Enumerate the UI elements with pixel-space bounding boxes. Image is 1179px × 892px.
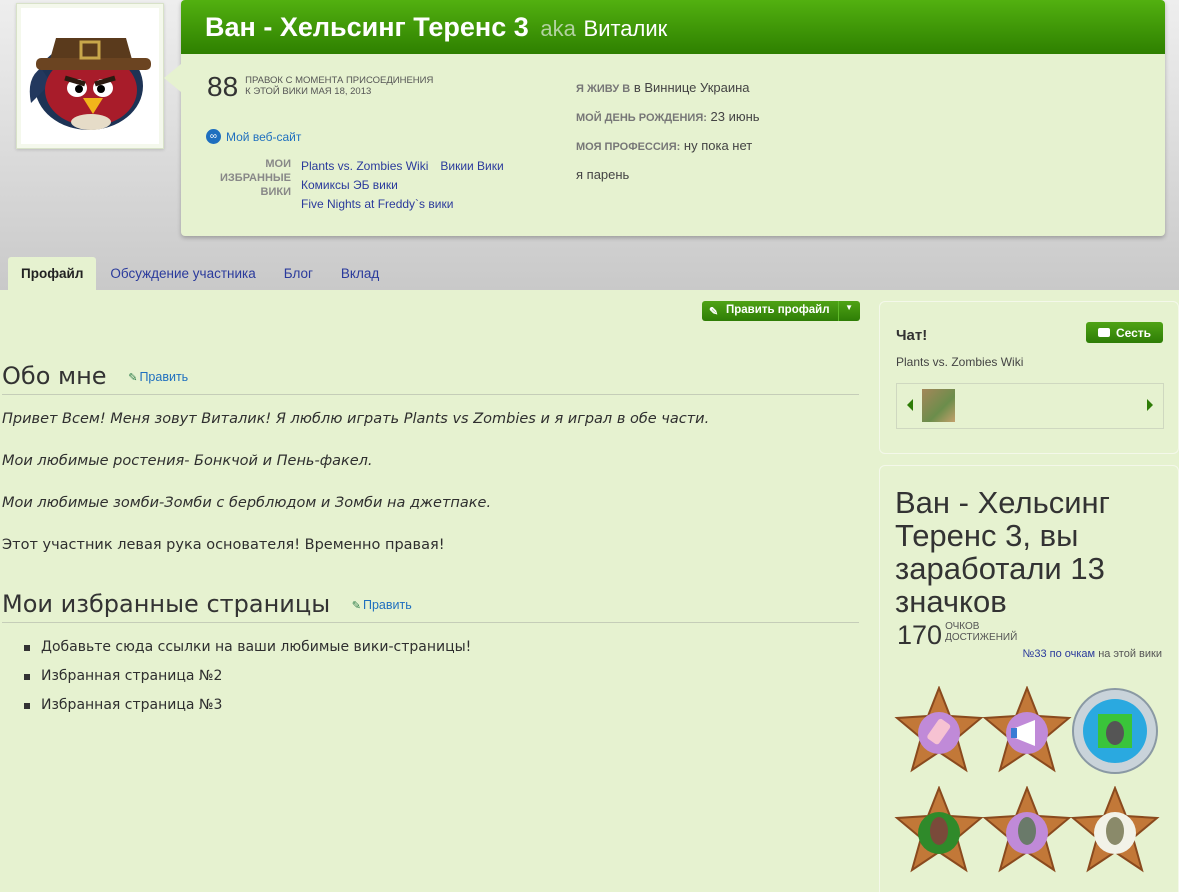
badge-zombie-1[interactable] bbox=[894, 785, 984, 876]
achievement-rank-link[interactable]: №33 по очкам bbox=[1023, 648, 1096, 660]
favorite-wikis-label-line2: ИЗБРАННЫЕ bbox=[219, 172, 291, 184]
chat-join-button[interactable]: Сесть bbox=[1086, 322, 1163, 343]
chat-title: Чат! bbox=[896, 327, 928, 344]
edit-count-number: 88 bbox=[207, 71, 239, 102]
edit-count-label: правок с момента присоединения к этой ви… bbox=[245, 75, 433, 97]
chat-bubble-icon bbox=[1097, 328, 1110, 337]
list-item[interactable]: Избранная страница №3 bbox=[24, 697, 471, 726]
badge-zombie-2[interactable] bbox=[982, 785, 1072, 876]
about-heading: Обо мне ✎ Править bbox=[2, 362, 859, 395]
favorite-wikis-label: МОИ ИЗБРАННЫЕ ВИКИ bbox=[201, 157, 291, 199]
bio-occupation: Моя профессия: ну пока нет bbox=[576, 132, 760, 161]
masthead-title-bar: Ван - Хельсинг Теренс 3 aka Виталик bbox=[181, 0, 1165, 54]
aka-label: aka bbox=[540, 16, 576, 41]
achievement-points-label: очков достижений bbox=[945, 621, 1017, 643]
edit-pencil-icon: ✎ bbox=[351, 600, 361, 612]
carousel-left-arrow-icon[interactable] bbox=[907, 399, 913, 411]
about-paragraph: Мои любимые зомби-Зомби с берблюдом и Зо… bbox=[2, 495, 492, 511]
achievement-points: 170 очков достижений bbox=[897, 621, 1017, 649]
bio-birthday: Мой день рождения: 23 июнь bbox=[576, 103, 760, 132]
favorite-pages-heading-text: Мои избранные страницы bbox=[2, 590, 331, 618]
chat-user-carousel bbox=[896, 383, 1164, 429]
user-avatar[interactable] bbox=[16, 3, 164, 149]
favorite-pages-heading: Мои избранные страницы ✎ Править bbox=[2, 590, 859, 623]
badge-zombie-3[interactable] bbox=[1070, 785, 1160, 876]
achievement-points-label-line1: очков bbox=[945, 621, 980, 632]
bio-location-value: в Виннице Украина bbox=[633, 80, 750, 95]
favorite-wikis-label-line3: ВИКИ bbox=[260, 186, 291, 198]
edit-count[interactable]: 88 правок с момента присоединения к этой… bbox=[207, 72, 433, 102]
about-heading-text: Обо мне bbox=[2, 362, 107, 390]
edit-count-label-line1: правок с момента присоединения bbox=[245, 75, 434, 86]
edit-pencil-icon: ✎ bbox=[709, 306, 719, 318]
user-bio-details: Я живу в в Виннице Украина Мой день рожд… bbox=[576, 74, 760, 189]
badge-eraser[interactable] bbox=[894, 685, 984, 776]
achievement-points-label-line2: достижений bbox=[945, 632, 1018, 643]
favorite-wiki-link[interactable]: Plants vs. Zombies Wiki bbox=[301, 159, 428, 173]
user-nickname: Виталик bbox=[583, 16, 668, 41]
favorite-pages-edit-link[interactable]: ✎ Править bbox=[352, 598, 412, 612]
website-icon: ∞ bbox=[206, 129, 221, 144]
carousel-right-arrow-icon[interactable] bbox=[1147, 399, 1153, 411]
list-item[interactable]: Избранная страница №2 bbox=[24, 668, 471, 697]
about-paragraph: Этот участник левая рука основателя! Вре… bbox=[2, 537, 445, 553]
tab-blog[interactable]: Блог bbox=[270, 257, 327, 290]
favorite-wikis-label-line1: МОИ bbox=[265, 158, 291, 170]
favorite-wiki-link[interactable]: Five Nights at Freddy`s вики bbox=[301, 197, 453, 211]
tab-user-talk[interactable]: Обсуждение участника bbox=[96, 257, 269, 290]
tab-contributions[interactable]: Вклад bbox=[327, 257, 393, 290]
avatar-image bbox=[21, 8, 159, 144]
bio-location-label: Я живу в bbox=[576, 83, 631, 95]
badge-megaphone[interactable] bbox=[982, 685, 1072, 776]
chat-user-avatar[interactable] bbox=[922, 389, 955, 422]
about-paragraph: Мои любимые ростения- Бонкчой и Пень-фак… bbox=[2, 453, 373, 469]
edit-profile-label: Править профайл bbox=[726, 304, 830, 316]
chat-join-label: Сесть bbox=[1115, 325, 1152, 340]
bio-occupation-label: Моя профессия: bbox=[576, 141, 681, 153]
achievement-points-number: 170 bbox=[897, 620, 943, 650]
chat-wiki-name: Plants vs. Zombies Wiki bbox=[896, 355, 1024, 369]
achievements-module: Ван - Хельсинг Теренс 3, вы заработали 1… bbox=[879, 465, 1179, 892]
about-edit-label: Править bbox=[139, 370, 189, 384]
bio-birthday-label: Мой день рождения: bbox=[576, 112, 707, 124]
bio-location: Я живу в в Виннице Украина bbox=[576, 74, 760, 103]
bio-birthday-value: 23 июнь bbox=[710, 109, 760, 124]
favorite-wikis-list: Plants vs. Zombies Wiki Викии Вики Комикс… bbox=[301, 157, 504, 214]
about-paragraph: Привет Всем! Меня зовут Виталик! Я люблю… bbox=[2, 411, 710, 427]
bio-occupation-value: ну пока нет bbox=[683, 138, 753, 153]
profile-tabs: Профайл Обсуждение участника Блог Вклад bbox=[8, 257, 393, 290]
tab-profile[interactable]: Профайл bbox=[8, 257, 97, 290]
bio-gender: я парень bbox=[576, 167, 630, 182]
edit-profile-button[interactable]: ✎ Править профайл ▼ bbox=[702, 301, 860, 321]
about-edit-link[interactable]: ✎ Править bbox=[128, 370, 188, 384]
chevron-down-icon[interactable]: ▼ bbox=[839, 301, 860, 321]
favorite-wiki-link[interactable]: Викии Вики bbox=[440, 159, 503, 173]
edit-profile-label-wrap[interactable]: ✎ Править профайл bbox=[702, 301, 839, 321]
website-label: Мой веб-сайт bbox=[226, 129, 302, 144]
achievement-rank-suffix: на этой вики bbox=[1098, 648, 1162, 660]
user-name: Ван - Хельсинг Теренс 3 bbox=[205, 12, 529, 42]
edit-count-label-line2: к этой вики мая 18, 2013 bbox=[245, 86, 372, 97]
edit-pencil-icon: ✎ bbox=[128, 372, 138, 384]
user-masthead: Ван - Хельсинг Теренс 3 aka Виталик 88 п… bbox=[164, 0, 1165, 236]
list-item[interactable]: Добавьте сюда ссылки на ваши любимые вик… bbox=[24, 639, 471, 668]
badge-wallnut[interactable] bbox=[1070, 686, 1160, 776]
favorite-pages-edit-label: Править bbox=[363, 598, 412, 612]
achievements-title: Ван - Хельсинг Теренс 3, вы заработали 1… bbox=[895, 485, 1110, 619]
chat-module: Чат! Сесть Plants vs. Zombies Wiki bbox=[879, 301, 1179, 454]
achievement-rank: №33 по очкам на этой вики bbox=[1023, 648, 1162, 660]
favorite-wiki-link[interactable]: Комиксы ЭБ вики bbox=[301, 178, 398, 192]
website-link[interactable]: ∞ Мой веб-сайт bbox=[206, 129, 301, 144]
favorite-pages-list: Добавьте сюда ссылки на ваши любимые вик… bbox=[24, 639, 471, 726]
